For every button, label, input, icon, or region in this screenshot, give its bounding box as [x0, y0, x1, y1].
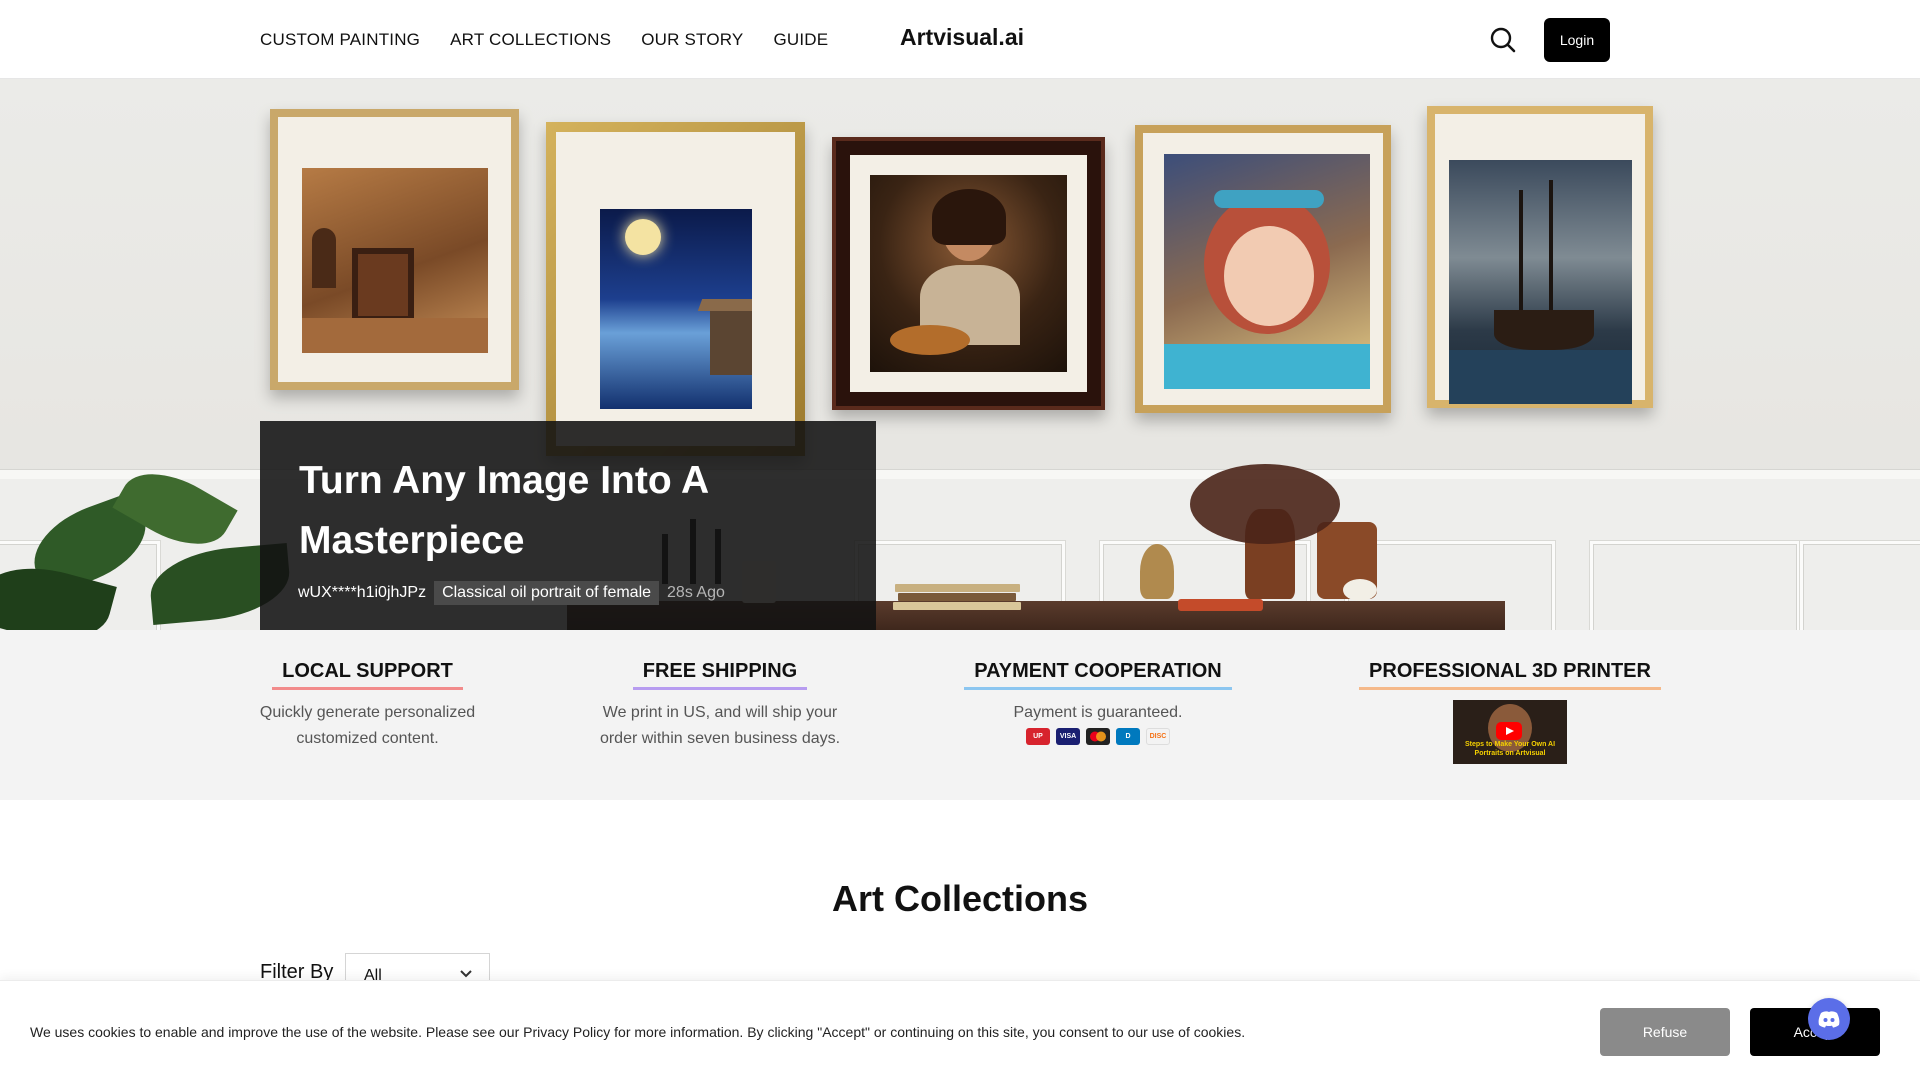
feature-payment-cooperation: PAYMENT COOPERATION Payment is guarantee… — [955, 660, 1241, 745]
nav-our-story[interactable]: OUR STORY — [641, 30, 743, 50]
book — [893, 602, 1021, 610]
artwork-frame — [832, 137, 1105, 410]
nav-art-collections[interactable]: ART COLLECTIONS — [450, 30, 611, 50]
artwork-frame — [1427, 106, 1653, 408]
artwork-frame — [1135, 125, 1391, 413]
feature-free-shipping: FREE SHIPPING We print in US, and will s… — [590, 660, 850, 752]
hero-banner: Turn Any Image Into A Masterpiece wUX***… — [0, 79, 1920, 630]
video-caption: Steps to Make Your Own AI Portraits on A… — [1464, 741, 1556, 757]
discord-icon[interactable] — [1808, 998, 1850, 1040]
hero-title: Turn Any Image Into A Masterpiece — [299, 459, 708, 562]
unionpay-icon: UP — [1026, 728, 1050, 745]
section-title: Art Collections — [831, 878, 1089, 919]
feature-title: PROFESSIONAL 3D PRINTER — [1359, 660, 1661, 690]
book — [895, 584, 1020, 592]
dried-flowers — [1190, 464, 1340, 544]
feature-description: Quickly generate personalized customized… — [259, 704, 476, 747]
artwork-sepia — [302, 168, 488, 353]
hero-caption-card: Turn Any Image Into A Masterpiece wUX***… — [260, 421, 876, 630]
hero-username: wUX****h1i0jhJPz — [298, 584, 427, 601]
wall-panel — [1590, 541, 1800, 630]
search-icon[interactable] — [1489, 26, 1517, 54]
cookie-banner: We uses cookies to enable and improve th… — [0, 980, 1920, 1080]
visa-icon: VISA — [1056, 728, 1080, 745]
feature-title: LOCAL SUPPORT — [272, 660, 463, 690]
decor-shell — [1343, 579, 1377, 601]
hero-prompt-tag[interactable]: Classical oil portrait of female — [434, 581, 660, 605]
book — [898, 593, 1016, 601]
feature-title: FREE SHIPPING — [632, 660, 808, 690]
nav-guide[interactable]: GUIDE — [773, 30, 828, 50]
payment-icons: UP VISA D DISC — [955, 728, 1241, 745]
nav-custom-painting[interactable]: CUSTOM PAINTING — [260, 30, 420, 50]
discover-icon: DISC — [1146, 728, 1170, 745]
tray — [1178, 599, 1263, 611]
login-button[interactable]: Login — [1544, 18, 1610, 62]
feature-title: PAYMENT COOPERATION — [964, 660, 1232, 690]
features-strip: LOCAL SUPPORT Quickly generate personali… — [0, 630, 1920, 800]
cookie-message: We uses cookies to enable and improve th… — [30, 1024, 1246, 1040]
main-nav: CUSTOM PAINTING ART COLLECTIONS OUR STOR… — [260, 0, 828, 79]
feature-description: We print in US, and will ship your order… — [599, 704, 841, 747]
artwork-moon-sea — [600, 209, 752, 409]
diners-icon: D — [1116, 728, 1140, 745]
refuse-button[interactable]: Refuse — [1600, 1008, 1730, 1056]
artwork-ship — [1449, 160, 1632, 404]
artwork-frame — [546, 122, 805, 456]
mastercard-icon — [1086, 728, 1110, 745]
artwork-frame — [270, 109, 519, 390]
feature-3d-printer: PROFESSIONAL 3D PRINTER Steps to Make Yo… — [1350, 660, 1670, 764]
site-logo[interactable]: Artvisual.ai — [900, 24, 1024, 51]
video-thumbnail[interactable]: Steps to Make Your Own AI Portraits on A… — [1453, 700, 1567, 764]
youtube-play-icon[interactable] — [1496, 722, 1522, 740]
artwork-portrait — [870, 175, 1067, 372]
chevron-down-icon — [460, 970, 472, 978]
artwork-anime-girl — [1164, 154, 1370, 389]
hero-meta: wUX****h1i0jhJPz Classical oil portrait … — [298, 581, 725, 605]
site-header: CUSTOM PAINTING ART COLLECTIONS OUR STOR… — [0, 0, 1920, 79]
wall-panel — [1800, 541, 1920, 630]
figurine — [1140, 544, 1174, 599]
feature-local-support: LOCAL SUPPORT Quickly generate personali… — [255, 660, 480, 752]
hero-timestamp: 28s Ago — [667, 584, 725, 601]
feature-description: Payment is guaranteed. — [1013, 704, 1183, 721]
